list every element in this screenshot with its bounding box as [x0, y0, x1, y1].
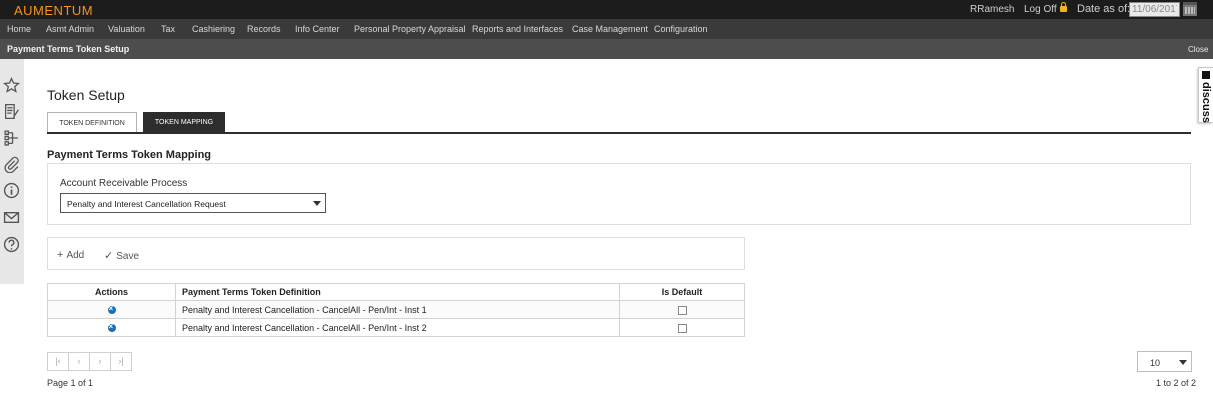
top-bar: AUMENTUM RRamesh Log Off Date as of: [0, 0, 1213, 19]
last-page-button[interactable]: ›| [110, 352, 132, 371]
save-button[interactable]: ✓ Save [104, 249, 139, 262]
info-icon[interactable] [3, 182, 20, 199]
is-default-cell [619, 318, 745, 337]
menu-item-info-center[interactable]: Info Center [295, 24, 340, 34]
log-off-link[interactable]: Log Off [1024, 2, 1067, 15]
grid-toolbar: + Add ✓ Save [47, 237, 745, 270]
menu-item-cashiering[interactable]: Cashiering [192, 24, 235, 34]
page-size-select[interactable]: 10 [1137, 351, 1192, 372]
main-menu: Home Asmt Admin Valuation Tax Cashiering… [0, 19, 1213, 39]
next-page-button[interactable]: › [89, 352, 111, 371]
star-icon[interactable] [3, 77, 20, 94]
menu-item-records[interactable]: Records [247, 24, 281, 34]
menu-item-home[interactable]: Home [7, 24, 31, 34]
add-label: Add [66, 250, 85, 261]
paperclip-icon[interactable] [3, 156, 20, 173]
token-definition-cell: Penalty and Interest Cancellation - Canc… [175, 300, 620, 319]
ar-process-value: Penalty and Interest Cancellation Reques… [67, 199, 226, 209]
plus-icon: + [57, 249, 64, 261]
menu-item-asmt-admin[interactable]: Asmt Admin [46, 24, 94, 34]
mapping-section-title: Payment Terms Token Mapping [47, 149, 212, 161]
date-as-of-label: Date as of: [1077, 3, 1131, 15]
pagination: |‹ ‹ › ›| [47, 352, 132, 371]
table-row: Penalty and Interest Cancellation - Canc… [47, 300, 745, 319]
date-as-of-input[interactable] [1129, 2, 1180, 17]
is-default-checkbox[interactable] [677, 323, 687, 333]
help-icon[interactable] [3, 236, 20, 253]
token-mapping-table: Actions Payment Terms Token Definition I… [47, 283, 745, 337]
token-definition-cell: Penalty and Interest Cancellation - Canc… [175, 318, 620, 337]
page-info: Page 1 of 1 [47, 378, 94, 388]
discuss-tab[interactable]: discuss [1198, 67, 1213, 123]
chevron-down-icon [1179, 360, 1187, 365]
tab-token-mapping[interactable]: TOKEN MAPPING [143, 112, 225, 133]
add-button[interactable]: + Add [57, 249, 84, 261]
page-title: Payment Terms Token Setup [7, 44, 130, 54]
notes-icon[interactable] [3, 103, 20, 120]
checkmark-icon: ✓ [104, 250, 114, 262]
brand-logo[interactable]: AUMENTUM [14, 3, 93, 18]
tab-token-definition[interactable]: TOKEN DEFINITION [47, 112, 137, 133]
menu-item-case-management[interactable]: Case Management [572, 24, 648, 34]
first-page-button[interactable]: |‹ [47, 352, 69, 371]
discuss-marker-icon [1202, 71, 1210, 79]
save-label: Save [116, 251, 140, 262]
menu-item-configuration[interactable]: Configuration [654, 24, 708, 34]
calendar-icon[interactable] [1183, 2, 1197, 16]
tab-underline [47, 132, 1191, 134]
ar-process-select[interactable]: Penalty and Interest Cancellation Reques… [60, 193, 326, 213]
menu-item-reports-and-interfaces[interactable]: Reports and Interfaces [472, 24, 563, 34]
col-actions: Actions [47, 283, 176, 301]
row-actions-cell [47, 318, 176, 337]
is-default-cell [619, 300, 745, 319]
ar-process-label: Account Receivable Process [60, 178, 188, 189]
record-count: 1 to 2 of 2 [1156, 378, 1197, 388]
col-token-definition[interactable]: Payment Terms Token Definition [175, 283, 620, 301]
left-toolbar [0, 59, 24, 284]
prev-page-button[interactable]: ‹ [68, 352, 90, 371]
col-is-default[interactable]: Is Default [619, 283, 745, 301]
lock-icon [1059, 2, 1067, 12]
discuss-label: discuss [1200, 82, 1212, 123]
table-header-row: Actions Payment Terms Token Definition I… [47, 283, 745, 301]
mail-icon[interactable] [3, 209, 20, 226]
page-size-value: 10 [1150, 358, 1161, 368]
hierarchy-icon[interactable] [3, 129, 20, 146]
page-title-bar: Payment Terms Token Setup Close [0, 39, 1213, 59]
row-actions-cell [47, 300, 176, 319]
menu-item-personal-property-appraisal[interactable]: Personal Property Appraisal [354, 24, 466, 34]
remove-row-icon[interactable] [107, 304, 116, 315]
menu-item-valuation[interactable]: Valuation [108, 24, 145, 34]
section-heading: Token Setup [47, 87, 125, 103]
user-name-link[interactable]: RRamesh [970, 4, 1014, 15]
filter-panel: Account Receivable Process Penalty and I… [47, 163, 1191, 225]
remove-row-icon[interactable] [107, 322, 116, 333]
table-row: Penalty and Interest Cancellation - Canc… [47, 318, 745, 337]
chevron-down-icon [313, 201, 321, 206]
is-default-checkbox[interactable] [677, 305, 687, 315]
close-link[interactable]: Close [1188, 45, 1208, 54]
log-off-label: Log Off [1024, 4, 1057, 15]
menu-item-tax[interactable]: Tax [161, 24, 175, 34]
